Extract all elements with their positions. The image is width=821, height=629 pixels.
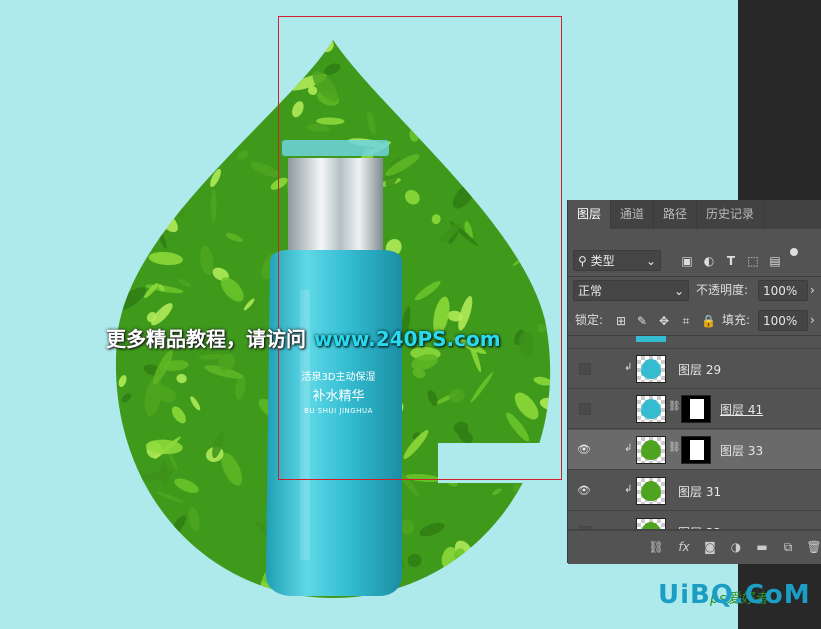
eye-icon[interactable]: 👁 (576, 483, 592, 499)
new-layer-icon[interactable]: ⧉ (780, 539, 796, 555)
clipping-mask-icon: ↲ (624, 484, 633, 495)
opacity-arrow-icon[interactable]: › (810, 280, 815, 301)
blend-mode-select[interactable]: 正常 ⌄ (573, 280, 689, 301)
type-filter-icon[interactable]: T (724, 254, 738, 268)
adjustment-layer-icon[interactable]: ◑ (728, 539, 744, 555)
clipping-mask-icon: ↲ (624, 443, 633, 454)
layer-row[interactable]: 图层 32 (568, 512, 821, 530)
promo-watermark: 更多精品教程，请访问 www.240PS.com (106, 323, 501, 352)
lock-transparent-icon[interactable]: ⊞ (614, 314, 628, 328)
filter-toggle-icon[interactable] (790, 248, 798, 256)
layer-row[interactable]: 👁 ↲ ⛓ 图层 33 (568, 430, 821, 470)
layer-row[interactable]: ↲ 图层 29 (568, 349, 821, 389)
shape-filter-icon[interactable]: ⬚ (746, 254, 760, 268)
divider (568, 276, 821, 277)
clipping-mask-icon: ↲ (624, 362, 633, 373)
chevron-down-icon: ⌄ (645, 254, 656, 268)
chevron-down-icon: ⌄ (673, 284, 684, 298)
layer-thumbnail (636, 336, 666, 342)
thumbnail-content (641, 522, 661, 529)
fill-label: 填充: (722, 313, 751, 327)
layer-thumbnail[interactable] (636, 395, 666, 423)
layer-mask-thumbnail[interactable] (681, 395, 711, 423)
filter-kind-value: 类型 (590, 254, 615, 268)
adjustment-filter-icon[interactable]: ◐ (702, 254, 716, 268)
layer-name[interactable]: 图层 29 (678, 361, 721, 378)
opacity-value: 100% (763, 284, 798, 298)
blend-mode-value: 正常 (578, 284, 603, 298)
fill-arrow-icon[interactable]: › (810, 310, 815, 331)
watermark-logo: UiBQ.CoM (658, 580, 811, 610)
layers-panel: 图层 通道 路径 历史记录 ⚲ 类型 ⌄ ▣ ◐ T ⬚ ▤ 正常 ⌄ 不透明度… (567, 200, 821, 564)
selection-marquee[interactable] (278, 16, 562, 480)
layer-thumbnail[interactable] (636, 355, 666, 383)
opacity-input[interactable]: 100% (758, 280, 808, 301)
thumbnail-content (641, 440, 661, 460)
layer-row[interactable]: 👁 ↲ 图层 31 (568, 471, 821, 511)
layers-panel-toolbar: ⛓ fx ◙ ◑ ▬ ⧉ 🗑 (568, 530, 821, 564)
promo-text: 更多精品教程，请访问 (106, 327, 306, 351)
mask-content (690, 440, 704, 460)
pixel-filter-icon[interactable]: ▣ (680, 254, 694, 268)
eye-icon[interactable]: 👁 (576, 442, 592, 458)
promo-url: www.240PS.com (314, 327, 501, 351)
smart-object-filter-icon[interactable]: ▤ (768, 254, 782, 268)
tab-channels[interactable]: 通道 (611, 200, 655, 229)
layer-thumbnail[interactable] (636, 518, 666, 529)
tab-history[interactable]: 历史记录 (697, 200, 765, 229)
layer-mask-thumbnail[interactable] (681, 436, 711, 464)
folder-icon[interactable]: ▬ (754, 539, 770, 555)
mask-link-icon[interactable]: ⛓ (668, 401, 681, 415)
layer-thumbnail[interactable] (636, 436, 666, 464)
opacity-label: 不透明度: (696, 283, 749, 297)
layer-name[interactable]: 图层 33 (720, 442, 763, 459)
tab-layers[interactable]: 图层 (568, 200, 612, 229)
lock-artboard-icon[interactable]: ⌗ (679, 314, 693, 328)
layer-name[interactable]: 图层 41 (720, 401, 763, 418)
mask-link-icon[interactable]: ⛓ (668, 442, 681, 456)
layer-thumbnail[interactable] (636, 477, 666, 505)
add-mask-icon[interactable]: ◙ (702, 539, 718, 555)
layer-row[interactable]: ⛓ 图层 41 (568, 389, 821, 429)
layer-name[interactable]: 图层 31 (678, 483, 721, 500)
fx-icon[interactable]: fx (676, 539, 692, 555)
lock-all-icon[interactable]: 🔒 (701, 314, 716, 328)
lock-label: 锁定: (575, 313, 604, 327)
mask-content (690, 399, 704, 419)
tab-paths[interactable]: 路径 (654, 200, 698, 229)
lock-position-icon[interactable]: ✥ (657, 314, 671, 328)
visibility-toggle[interactable] (579, 363, 591, 375)
lock-image-icon[interactable]: ✎ (635, 314, 649, 328)
trash-icon[interactable]: 🗑 (806, 539, 821, 555)
visibility-toggle[interactable] (579, 403, 591, 415)
thumbnail-content (641, 359, 661, 379)
thumbnail-content (641, 399, 661, 419)
fill-value: 100% (763, 314, 798, 328)
filter-kind-select[interactable]: ⚲ 类型 ⌄ (573, 250, 661, 271)
thumbnail-content (641, 481, 661, 501)
link-layers-icon[interactable]: ⛓ (648, 539, 664, 555)
fill-input[interactable]: 100% (758, 310, 808, 331)
panel-tabs: 图层 通道 路径 历史记录 (568, 200, 821, 229)
search-icon: ⚲ (578, 254, 587, 268)
layer-row-partial[interactable] (568, 336, 821, 349)
